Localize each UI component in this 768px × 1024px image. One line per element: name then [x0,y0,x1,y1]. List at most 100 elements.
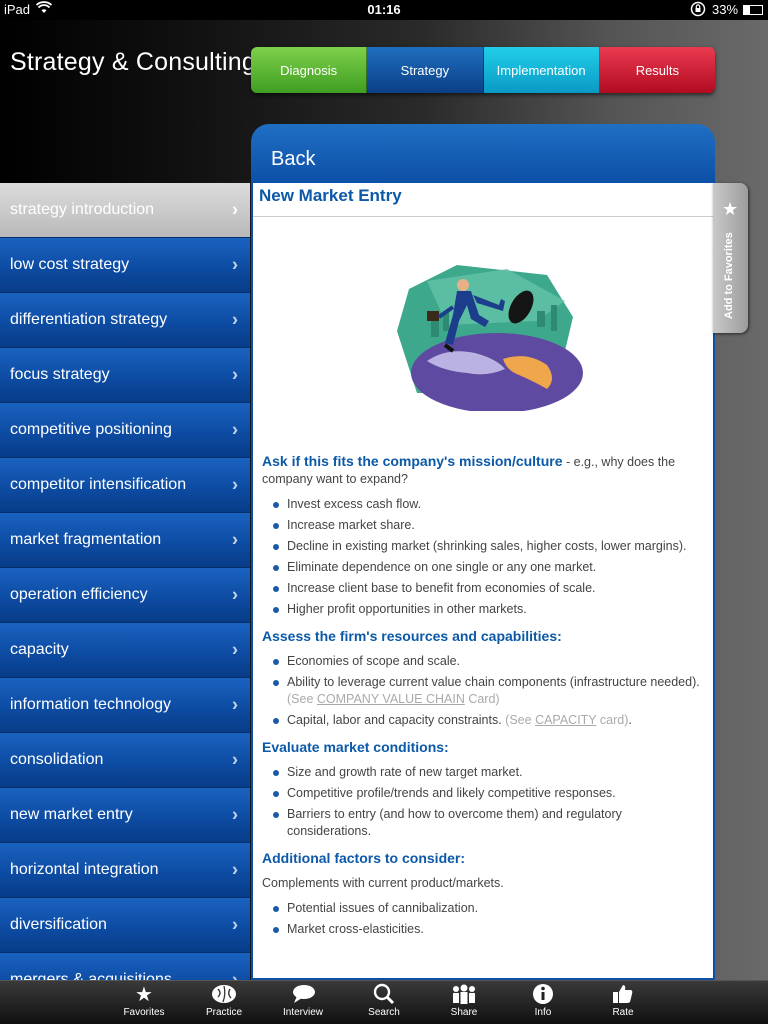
section-heading-additional-factors: Additional factors to consider: [262,850,466,866]
sidebar-item-new-market-entry[interactable]: new market entry › [0,788,250,843]
toolbar-practice-button[interactable]: Practice [189,983,259,1018]
chevron-right-icon: › [232,364,238,385]
toolbar-interview-button[interactable]: Interview [268,983,338,1018]
sidebar-item-label: capacity [10,641,69,658]
list-item-text: Capital, labor and capacity constraints. [287,713,502,727]
section-heading-mission: Ask if this fits the company's mission/c… [262,453,563,469]
sidebar-item-differentiation-strategy[interactable]: differentiation strategy › [0,293,250,348]
list-item-text: Ability to leverage current value chain … [287,675,700,689]
sidebar-item-label: mergers & acquisitions [10,971,172,980]
app-title: Strategy & Consulting [10,48,256,76]
sidebar: strategy introduction › low cost strategy… [0,183,250,980]
toolbar-share-button[interactable]: Share [429,983,499,1018]
sidebar-item-mergers-acquisitions[interactable]: mergers & acquisitions › [0,953,250,980]
sidebar-item-horizontal-integration[interactable]: horizontal integration › [0,843,250,898]
clock: 01:16 [367,2,401,17]
list-item: Ability to leverage current value chain … [262,674,702,708]
list-item: Capital, labor and capacity constraints.… [262,712,702,729]
add-to-favorites-label: Add to Favorites [723,232,735,319]
chevron-right-icon: › [232,254,238,275]
sidebar-item-label: market fragmentation [10,531,162,548]
tab-diagnosis[interactable]: Diagnosis [251,47,368,93]
content-panel: New Market Entry Ask if this fits the co… [251,183,715,980]
chevron-right-icon: › [232,199,238,220]
sidebar-item-label: strategy introduction [10,201,155,218]
chevron-right-icon: › [232,804,238,825]
chevron-right-icon: › [232,914,238,935]
sidebar-item-market-fragmentation[interactable]: market fragmentation › [0,513,250,568]
chevron-right-icon: › [232,639,238,660]
toolbar-label: Interview [282,1007,323,1018]
chevron-right-icon: › [232,529,238,550]
chevron-right-icon: › [232,859,238,880]
tab-implementation[interactable]: Implementation [483,47,600,93]
brain-icon [189,983,259,1007]
tab-strategy[interactable]: Strategy [367,47,484,93]
toolbar-rate-button[interactable]: Rate [588,983,658,1018]
list-item: Eliminate dependence on one single or an… [262,559,702,576]
chevron-right-icon: › [232,474,238,495]
list-item: Decline in existing market (shrinking sa… [262,538,702,555]
info-icon [508,983,578,1007]
toolbar-label: Info [534,1007,552,1018]
toolbar-label: Rate [612,1007,634,1018]
list-item-text: . [628,713,632,727]
chevron-right-icon: › [232,749,238,770]
list-item: Economies of scope and scale. [262,653,702,670]
capacity-link[interactable]: CAPACITY [535,713,596,727]
battery-icon [743,5,763,15]
businessman-globe-illustration [387,261,583,413]
toolbar-favorites-button[interactable]: ★ Favorites [109,983,179,1018]
sidebar-item-consolidation[interactable]: consolidation › [0,733,250,788]
sidebar-item-operation-efficiency[interactable]: operation efficiency › [0,568,250,623]
list-item: Competitive profile/trends and likely co… [262,785,702,802]
sidebar-item-label: consolidation [10,751,104,768]
article-content: Ask if this fits the company's mission/c… [262,453,702,948]
sidebar-item-label: low cost strategy [10,256,130,273]
sidebar-item-focus-strategy[interactable]: focus strategy › [0,348,250,403]
chat-icon [268,983,338,1007]
thumbs-up-icon [588,983,658,1007]
resources-list: Economies of scope and scale. Ability to… [262,653,702,729]
chevron-right-icon: › [232,309,238,330]
list-item: Potential issues of cannibalization. [262,900,702,917]
star-icon: ★ [722,199,739,219]
article-title: New Market Entry [253,183,713,217]
list-item: Increase market share. [262,517,702,534]
toolbar-info-button[interactable]: Info [508,983,578,1018]
tab-results[interactable]: Results [599,47,715,93]
sidebar-item-capacity[interactable]: capacity › [0,623,250,678]
panel-header: Back [251,124,715,184]
ref-text: (See [501,713,536,727]
sidebar-item-competitor-intensification[interactable]: competitor intensification › [0,458,250,513]
sidebar-item-label: horizontal integration [10,861,159,878]
battery-percent: 33% [712,2,739,17]
sidebar-item-diversification[interactable]: diversification › [0,898,250,953]
section-heading-resources: Assess the firm's resources and capabili… [262,628,562,644]
sidebar-item-strategy-introduction[interactable]: strategy introduction › [0,183,250,238]
additional-factors-list: Potential issues of cannibalization. Mar… [262,900,702,938]
market-conditions-list: Size and growth rate of new target marke… [262,764,702,840]
sidebar-item-label: competitor intensification [10,476,187,493]
sidebar-item-label: new market entry [10,806,133,823]
sidebar-item-information-technology[interactable]: information technology › [0,678,250,733]
top-tabs: Diagnosis Strategy Implementation Result… [251,47,715,93]
ref-text: (See [287,692,317,706]
sidebar-item-competitive-positioning[interactable]: competitive positioning › [0,403,250,458]
ref-text: card) [596,713,629,727]
list-item: Market cross-elasticities. [262,921,702,938]
toolbar-label: Favorites [123,1007,165,1018]
chevron-right-icon: › [232,584,238,605]
sidebar-item-label: competitive positioning [10,421,172,438]
add-to-favorites-tab[interactable]: ★ Add to Favorites [713,183,748,333]
toolbar-label: Search [368,1007,400,1018]
company-value-chain-link[interactable]: COMPANY VALUE CHAIN [317,692,465,706]
list-item: Invest excess cash flow. [262,496,702,513]
list-item: Barriers to entry (and how to overcome t… [262,806,702,840]
status-bar: iPad 01:16 33% [0,0,768,20]
sidebar-item-low-cost-strategy[interactable]: low cost strategy › [0,238,250,293]
sidebar-item-label: information technology [10,696,171,713]
back-button[interactable]: Back [271,148,315,171]
sidebar-item-label: focus strategy [10,366,110,383]
toolbar-search-button[interactable]: Search [349,983,419,1018]
